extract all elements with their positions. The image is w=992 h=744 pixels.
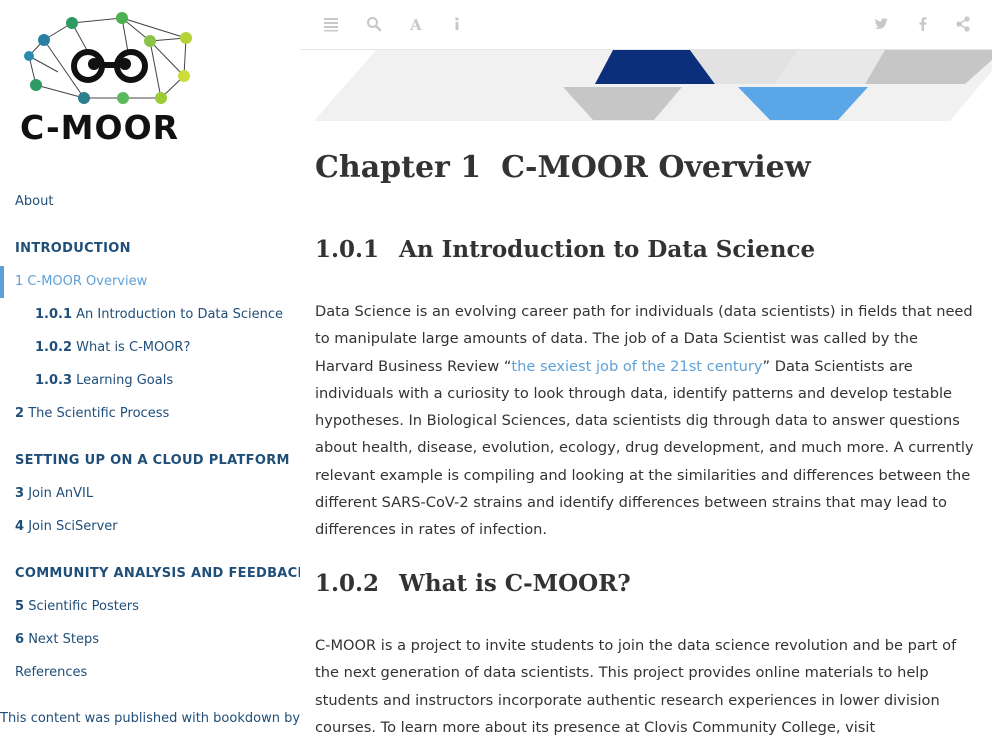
toc-item-label: Learning Goals — [76, 373, 174, 388]
toc-item-number: 6 — [15, 632, 25, 647]
toc-item-introduction-to-data-science[interactable]: 1.0.1 An Introduction to Data Science — [35, 307, 283, 322]
toc-item-label: Next Steps — [28, 632, 99, 647]
section-title: What is C-MOOR? — [399, 570, 631, 597]
paragraph-c-moor: C-MOOR is a project to invite students t… — [315, 637, 957, 736]
search-icon[interactable] — [365, 15, 383, 33]
facebook-icon[interactable] — [914, 15, 932, 33]
toc-item-number: 1.0.2 — [35, 340, 73, 355]
share-icon[interactable] — [954, 15, 972, 33]
toc-item-scientific-process[interactable]: 2 The Scientific Process — [15, 406, 169, 421]
toc-item-what-is-c-moor[interactable]: 1.0.2 What is C-MOOR? — [35, 340, 190, 355]
twitter-icon[interactable] — [872, 15, 890, 33]
toc-item-learning-goals[interactable]: 1.0.3 Learning Goals — [35, 373, 173, 388]
toc-item-label: Scientific Posters — [28, 599, 139, 614]
toc-active-indicator — [0, 266, 4, 298]
toc-section-cloud-platform: SETTING UP ON A CLOUD PLATFORM — [15, 453, 290, 468]
toc-item-label: Join AnVIL — [28, 486, 94, 501]
toc-item-label: An Introduction to Data Science — [76, 307, 284, 322]
toc-about-label: About — [15, 194, 54, 209]
toc-item-join-anvil[interactable]: 3 Join AnVIL — [15, 486, 93, 501]
info-icon[interactable] — [448, 15, 466, 33]
toc-item-number: 2 — [15, 406, 25, 421]
toc-item-number: 4 — [15, 519, 25, 534]
logo-wordmark: C-MOOR — [20, 108, 180, 147]
toc-item-scientific-posters[interactable]: 5 Scientific Posters — [15, 599, 139, 614]
toc-item-join-sciserver[interactable]: 4 Join SciServer — [15, 519, 118, 534]
section-heading-what-is-c-moor: 1.0.2 What is C-MOOR? — [315, 570, 631, 597]
chapter-number: Chapter 1 — [315, 150, 482, 185]
published-with-bookdown-link[interactable]: This content was published with bookdown… — [0, 711, 300, 726]
toc-about[interactable]: About — [15, 194, 53, 209]
font-settings-icon[interactable]: A — [408, 15, 426, 33]
sidebar: C-MOOR About INTRODUCTION 1 C-MOOR Overv… — [0, 0, 300, 744]
section-title: An Introduction to Data Science — [399, 236, 816, 263]
svg-text:A: A — [409, 16, 422, 33]
toc-item-next-steps[interactable]: 6 Next Steps — [15, 632, 99, 647]
section-heading-data-science: 1.0.1 An Introduction to Data Science — [315, 236, 815, 263]
toc-item-number: 5 — [15, 599, 25, 614]
section-number: 1.0.1 — [315, 236, 380, 263]
toc-section-community-analysis: COMMUNITY ANALYSIS AND FEEDBACK — [15, 566, 300, 581]
toc-section-introduction: INTRODUCTION — [15, 241, 131, 256]
paragraph-data-science: Data Science is an evolving career path … — [315, 298, 980, 544]
chapter-title-text: C-MOOR Overview — [501, 150, 811, 185]
toc-item-number: 1.0.1 — [35, 307, 73, 322]
book-toolbar: A — [300, 0, 992, 50]
toc-item-number: 3 — [15, 486, 25, 501]
chapter-title: Chapter 1 C-MOOR Overview — [315, 150, 980, 185]
toc-item-label: The Scientific Process — [28, 406, 170, 421]
toc-references[interactable]: References — [15, 665, 87, 680]
toc-toggle-icon[interactable] — [322, 15, 340, 33]
section-number: 1.0.2 — [315, 570, 380, 597]
toc-item-number: 1.0.3 — [35, 373, 73, 388]
toc-item-label: What is C-MOOR? — [76, 340, 191, 355]
toc-references-label: References — [15, 665, 88, 680]
toc-item-label: Join SciServer — [28, 519, 118, 534]
toc-item-number: 1 — [15, 274, 24, 289]
sexiest-job-link[interactable]: the sexiest job of the 21st century — [511, 358, 762, 375]
toc-item-c-moor-overview[interactable]: 1 C-MOOR Overview — [15, 274, 147, 289]
toc-item-label: C-MOOR Overview — [27, 274, 148, 289]
paragraph-text: ” Data Scientists are individuals with a… — [315, 357, 974, 539]
chapter-banner — [314, 50, 992, 121]
